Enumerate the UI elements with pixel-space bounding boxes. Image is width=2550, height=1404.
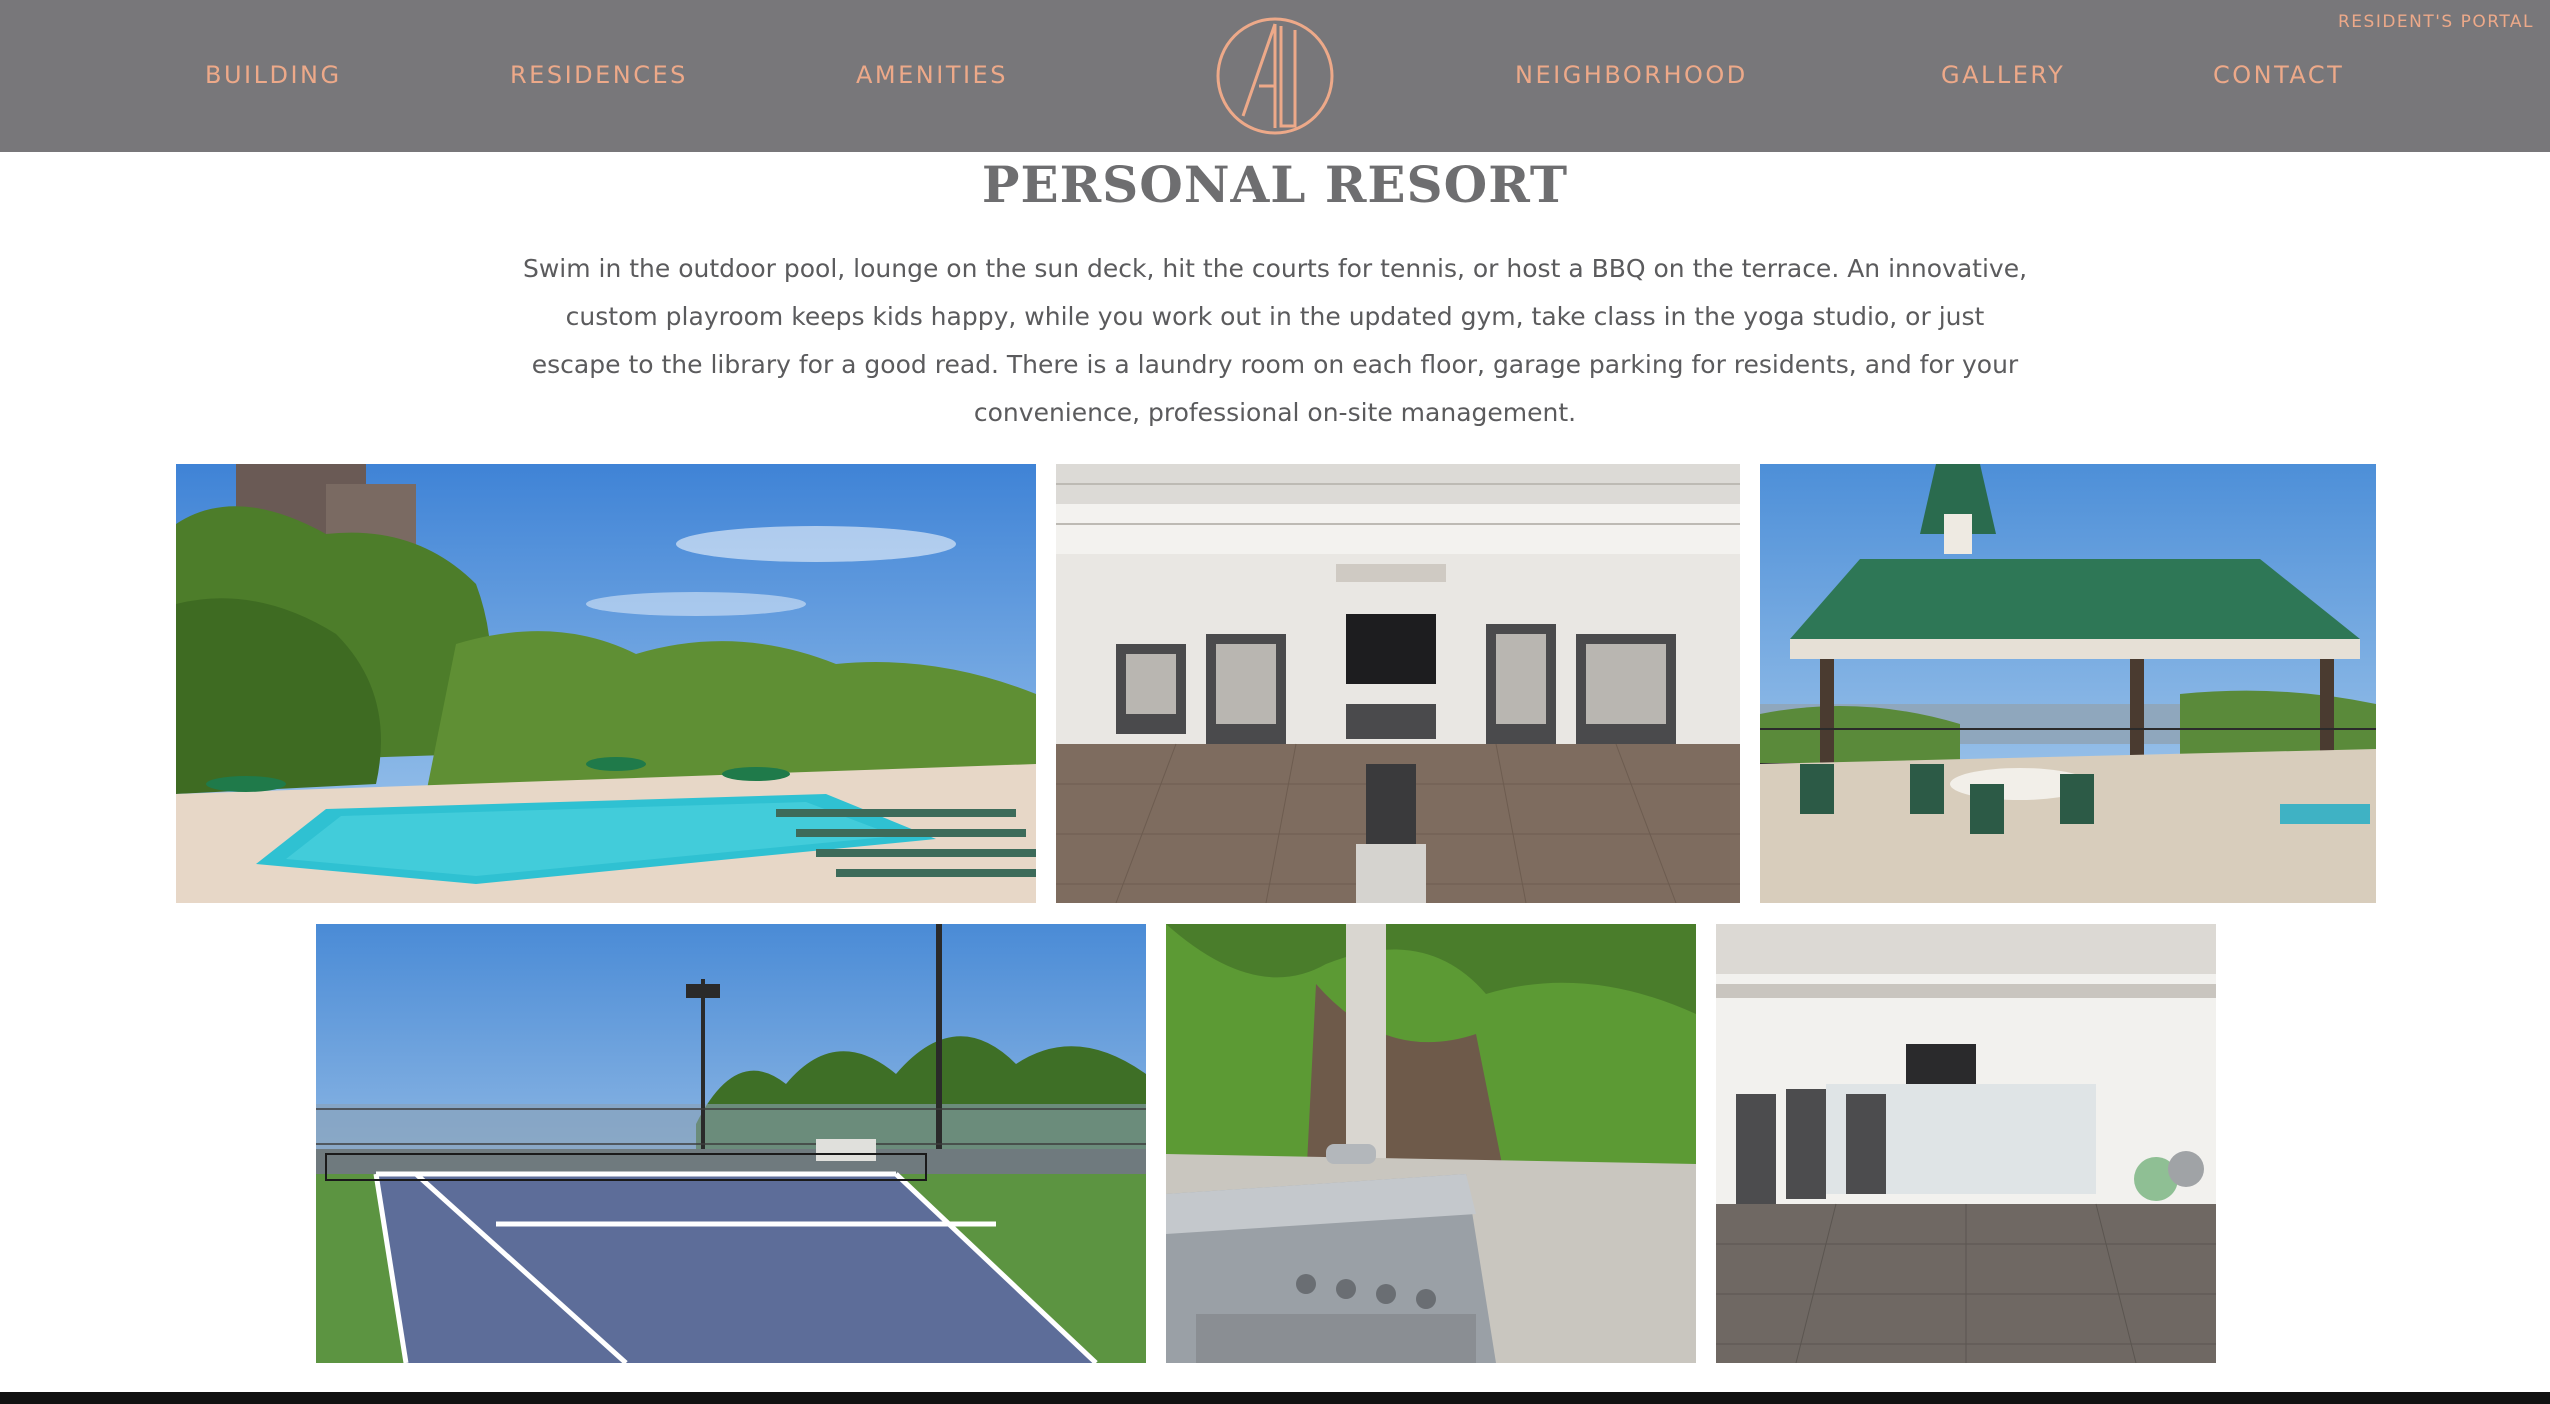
gym-photo[interactable] bbox=[1056, 464, 1740, 903]
nav-contact[interactable]: CONTACT bbox=[2213, 55, 2344, 95]
site-header: BUILDING RESIDENCES AMENITIES NEIGHBORHO… bbox=[0, 0, 2550, 152]
section-title: PERSONAL RESORT bbox=[981, 155, 1569, 214]
tennis-court-photo[interactable] bbox=[316, 924, 1146, 1363]
section-description: Swim in the outdoor pool, lounge on the … bbox=[522, 254, 2028, 427]
pool-photo[interactable] bbox=[176, 464, 1036, 903]
bbq-grill-photo[interactable] bbox=[1166, 924, 1696, 1363]
nav-neighborhood[interactable]: NEIGHBORHOOD bbox=[1515, 55, 1748, 95]
nav-building[interactable]: BUILDING bbox=[205, 55, 342, 95]
nav-residences[interactable]: RESIDENCES bbox=[510, 55, 688, 95]
footer-bar bbox=[0, 1392, 2550, 1404]
gazebo-photo[interactable] bbox=[1760, 464, 2376, 903]
nav-amenities[interactable]: AMENITIES bbox=[856, 55, 1008, 95]
residents-portal-link[interactable]: RESIDENT'S PORTAL bbox=[2338, 12, 2534, 32]
nav-gallery[interactable]: GALLERY bbox=[1941, 55, 2065, 95]
monogram-logo-icon[interactable] bbox=[1215, 16, 1335, 136]
fitness-room-photo[interactable] bbox=[1716, 924, 2216, 1363]
